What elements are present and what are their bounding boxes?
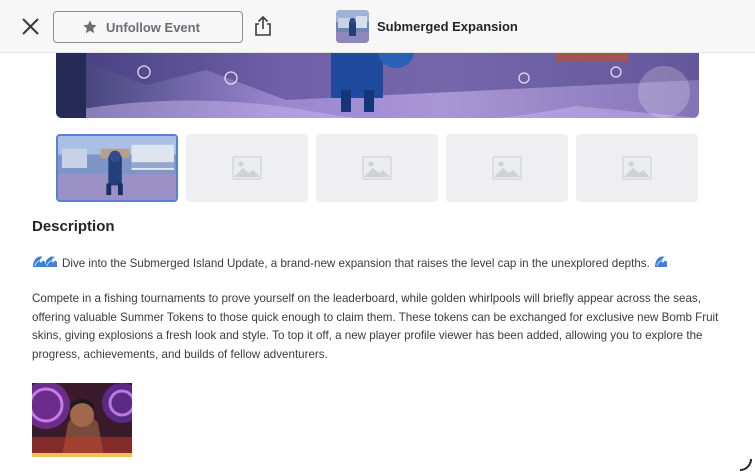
star-icon [83, 20, 97, 34]
image-placeholder-icon [362, 156, 392, 180]
image-placeholder-icon [232, 156, 262, 180]
event-thumbnail [336, 10, 369, 43]
top-bar: Unfollow Event Submerged Expansion [0, 0, 755, 53]
gallery-thumb-3[interactable] [316, 134, 438, 202]
gallery-thumb-5[interactable] [576, 134, 698, 202]
share-icon [255, 15, 271, 36]
gallery-thumb-1[interactable] [56, 134, 178, 202]
image-placeholder-icon [622, 156, 652, 180]
description-body: Compete in a fishing tournaments to prov… [32, 292, 719, 362]
description-intro-text: Dive into the Submerged Island Update, a… [62, 257, 650, 270]
close-icon [22, 18, 39, 35]
gallery-thumb-4[interactable] [446, 134, 568, 202]
wave-emoji-icon [32, 254, 58, 273]
image-placeholder-icon [492, 156, 522, 180]
unfollow-event-button[interactable]: Unfollow Event [53, 11, 243, 43]
share-button[interactable] [252, 14, 274, 38]
close-button[interactable] [18, 14, 44, 40]
description-intro-row: Dive into the Submerged Island Update, a… [32, 254, 732, 273]
description-heading: Description [32, 218, 115, 235]
wave-emoji-icon [654, 254, 668, 273]
event-title: Submerged Expansion [377, 19, 518, 34]
gallery-thumb-2[interactable] [186, 134, 308, 202]
description-attachment-image[interactable] [32, 383, 132, 457]
unfollow-label: Unfollow Event [106, 19, 200, 35]
loading-spinner-icon [738, 457, 752, 471]
